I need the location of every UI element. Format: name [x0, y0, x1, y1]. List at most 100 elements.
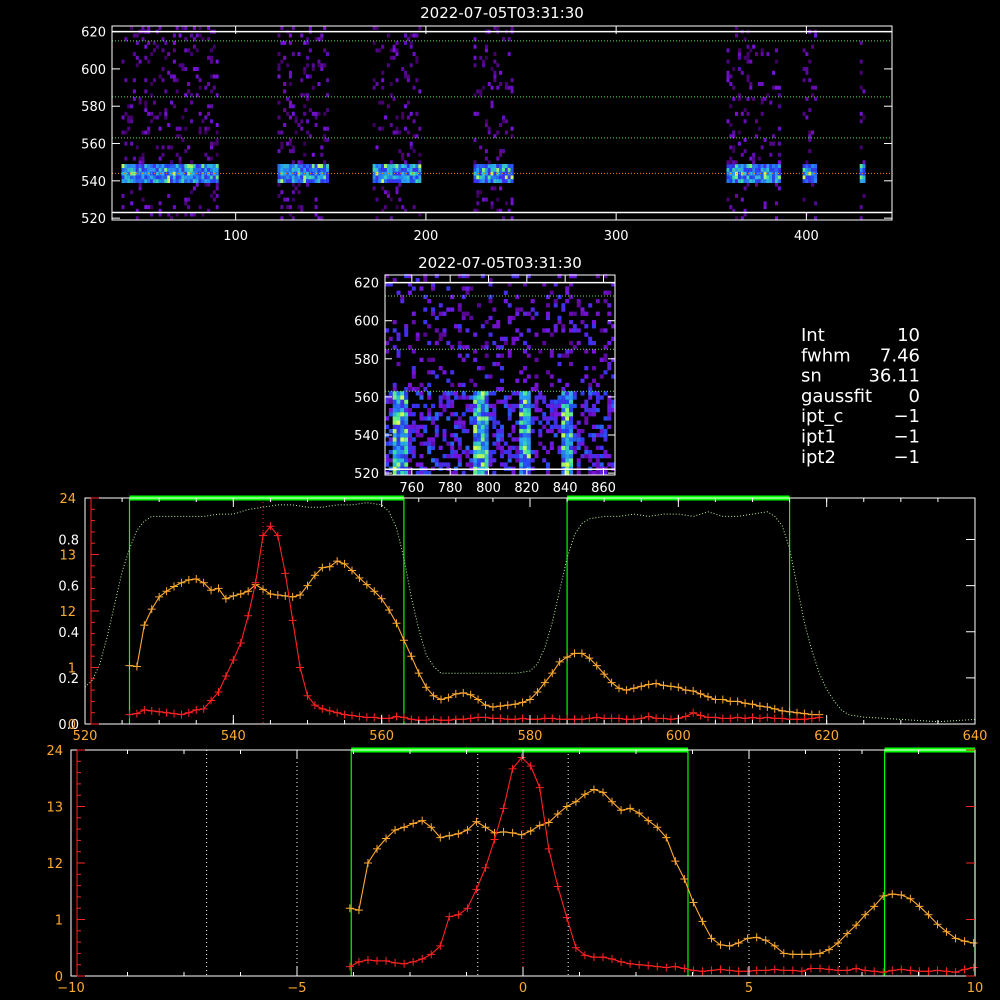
top-image-pixel — [409, 175, 413, 180]
data-point-red — [221, 671, 230, 680]
top-image-pixel — [386, 193, 390, 198]
middle-image-pixel — [473, 332, 478, 337]
top-image-pixel — [476, 167, 480, 172]
top-image-pixel — [288, 70, 292, 75]
middle-image-pixel — [427, 324, 432, 329]
middle-image-pixel — [419, 382, 424, 388]
top-image-pixel — [291, 197, 295, 202]
middle-image-pixel — [480, 412, 485, 417]
top-image-pixel — [280, 26, 284, 30]
middle-image-pixel — [385, 454, 389, 459]
top-image-pixel — [130, 190, 134, 195]
top-image-pixel — [389, 55, 393, 60]
top-image-pixel — [814, 179, 817, 183]
data-point-red — [589, 953, 598, 962]
top-image-pixel — [763, 137, 767, 142]
top-image-pixel — [490, 85, 494, 90]
middle-image-pixel — [419, 416, 424, 421]
top-image-pixel — [135, 40, 139, 45]
middle-image-pixel — [454, 420, 458, 425]
top-image-pixel — [372, 78, 376, 83]
middle-image-pixel — [507, 454, 512, 459]
middle-image-pixel — [477, 391, 481, 396]
middle-image-pixel — [496, 445, 501, 450]
top-image-pixel — [187, 164, 191, 168]
top-image-pixel — [487, 126, 491, 131]
top-image-pixel — [386, 167, 390, 172]
middle-image-pixel — [595, 399, 600, 404]
middle-image-pixel — [477, 470, 481, 476]
middle-image-pixel — [477, 412, 481, 417]
middle-image-pixel — [526, 458, 531, 463]
top-image-pixel — [726, 164, 730, 168]
data-point-orange — [897, 891, 906, 900]
middle-image-pixel — [530, 416, 535, 421]
middle-image-pixel — [565, 299, 570, 304]
top-image-pixel — [158, 201, 162, 206]
data-point-red — [125, 710, 134, 719]
top-image-pixel — [303, 141, 307, 146]
top-image-pixel — [283, 197, 287, 202]
middle-image-pixel — [534, 332, 539, 337]
top-image-pixel — [195, 48, 199, 53]
middle-image-pixel — [607, 403, 612, 409]
middle-image-pixel — [584, 324, 589, 329]
data-point-red — [906, 966, 915, 975]
top-image-pixel — [479, 179, 483, 183]
top-image-pixel — [395, 205, 399, 210]
top-image-pixel — [294, 179, 298, 183]
top-image-pixel — [181, 167, 185, 172]
top-image-pixel — [735, 33, 738, 38]
data-point-orange — [229, 591, 238, 600]
top-image-pixel — [473, 44, 477, 49]
middle-image-pixel — [480, 441, 485, 446]
top-image-pixel — [210, 175, 213, 180]
top-image-pixel — [280, 59, 284, 64]
top-image-pixel — [277, 167, 281, 172]
green-window — [883, 749, 976, 976]
top-image-pixel — [805, 179, 809, 183]
top-image-pixel — [158, 26, 162, 30]
top-image-pixel — [493, 52, 497, 57]
data-point-orange — [725, 941, 734, 950]
middle-image-pixel — [519, 391, 524, 396]
top-image-pixel — [288, 100, 292, 105]
top-image-pixel — [811, 85, 815, 90]
top-image-pixel — [320, 152, 324, 157]
top-image-pixel — [167, 52, 171, 57]
top-image-pixel — [484, 175, 488, 180]
middle-image-pixel — [461, 357, 466, 362]
top-image-pixel — [210, 48, 213, 53]
top-image-pixel — [757, 179, 761, 183]
data-point-red — [879, 968, 888, 977]
top-image-pixel — [859, 179, 863, 183]
top-image-pixel — [384, 190, 387, 195]
data-point-orange — [707, 934, 716, 943]
top-image-pixel — [401, 179, 405, 183]
top-image-pixel — [132, 167, 136, 172]
data-point-orange — [637, 682, 646, 691]
middle-image-pixel — [461, 311, 466, 316]
top-image-pixel — [212, 190, 216, 195]
data-point-orange — [797, 950, 806, 959]
top-image-pixel — [504, 167, 508, 172]
top-image-pixel — [755, 119, 758, 124]
data-point-red — [585, 714, 594, 723]
top-image-pixel — [777, 167, 781, 172]
data-point-red — [870, 967, 879, 976]
middle-image-pixel — [576, 299, 581, 304]
top-image-pixel — [375, 145, 379, 150]
middle-image-pixel — [404, 408, 409, 413]
middle-image-pixel — [404, 437, 409, 442]
middle-image-pixel — [388, 437, 393, 442]
top-image-pixel — [395, 115, 399, 120]
middle-image-pixel — [546, 428, 550, 434]
top-image-pixel — [401, 115, 405, 120]
middle-image-pixel — [553, 420, 558, 425]
middle-image-pixel — [553, 399, 558, 404]
middle-image-pixel — [557, 403, 562, 409]
middle-image-pixel — [526, 428, 531, 434]
top-image-pixel — [493, 70, 497, 75]
middle-image-pixel — [542, 412, 547, 417]
top-image-pixel — [384, 164, 387, 168]
